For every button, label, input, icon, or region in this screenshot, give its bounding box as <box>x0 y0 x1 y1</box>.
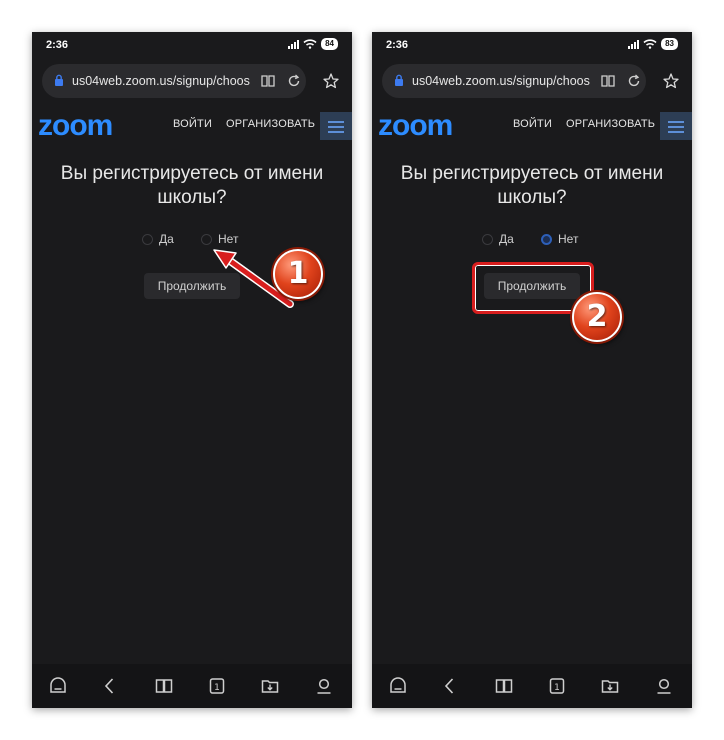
signup-question: Вы регистрируетесь от имени школы? <box>60 163 324 208</box>
step-1-badge: 1 <box>273 249 323 299</box>
zoom-logo[interactable]: zoom <box>38 110 130 140</box>
star-icon[interactable] <box>322 72 340 90</box>
bookmarks-icon[interactable] <box>154 676 174 696</box>
nav-organize[interactable]: ОРГАНИЗОВАТЬ <box>566 118 655 130</box>
site-header: zoom ВОЙТИ ОРГАНИЗОВАТЬ <box>372 104 692 146</box>
phone-screen-right: 2:36 83 us04web.zoom.us/signup/choos zoo… <box>372 32 692 708</box>
status-time: 2:36 <box>386 39 409 51</box>
radio-yes[interactable] <box>142 233 153 245</box>
svg-text:zoom: zoom <box>378 110 452 140</box>
option-no[interactable]: Нет <box>201 232 238 246</box>
option-yes[interactable]: Да <box>482 232 514 246</box>
battery-icon: 84 <box>321 38 338 50</box>
wifi-icon <box>303 39 317 49</box>
reader-mode-icon[interactable] <box>260 73 276 89</box>
nav-login[interactable]: ВОЙТИ <box>173 118 212 130</box>
continue-button[interactable]: Продолжить <box>144 273 240 299</box>
tabs-icon[interactable]: 1 <box>207 676 227 696</box>
address-bar[interactable]: us04web.zoom.us/signup/choos <box>42 64 306 98</box>
url-text[interactable]: us04web.zoom.us/signup/choos <box>412 74 592 88</box>
option-no-label: Нет <box>218 232 239 246</box>
bottom-nav-bar: 1 <box>32 664 352 708</box>
bookmarks-icon[interactable] <box>494 676 514 696</box>
wifi-icon <box>643 39 657 49</box>
option-yes[interactable]: Да <box>142 232 174 246</box>
radio-no-selected[interactable] <box>541 233 552 245</box>
nav-organize[interactable]: ОРГАНИЗОВАТЬ <box>226 118 315 130</box>
radio-yes[interactable] <box>482 233 493 245</box>
star-icon[interactable] <box>662 72 680 90</box>
signal-icon <box>628 39 640 49</box>
address-bar[interactable]: us04web.zoom.us/signup/choos <box>382 64 646 98</box>
back-icon[interactable] <box>440 676 460 696</box>
option-no-label: Нет <box>558 232 579 246</box>
lock-icon <box>55 74 63 86</box>
status-time: 2:36 <box>46 39 69 51</box>
status-bar: 2:36 83 <box>372 32 692 58</box>
svg-text:1: 1 <box>554 683 560 693</box>
home-icon[interactable] <box>48 676 68 696</box>
hamburger-menu-button[interactable] <box>660 112 692 140</box>
lock-icon <box>395 74 403 86</box>
svg-text:1: 1 <box>214 683 220 693</box>
back-icon[interactable] <box>100 676 120 696</box>
url-text[interactable]: us04web.zoom.us/signup/choos <box>72 74 252 88</box>
signal-icon <box>288 39 300 49</box>
profile-icon[interactable] <box>314 676 334 696</box>
svg-text:zoom: zoom <box>38 110 112 140</box>
zoom-logo[interactable]: zoom <box>378 110 470 140</box>
signup-question: Вы регистрируетесь от имени школы? <box>400 163 664 208</box>
tabs-icon[interactable]: 1 <box>547 676 567 696</box>
reload-icon[interactable] <box>286 73 302 89</box>
site-header: zoom ВОЙТИ ОРГАНИЗОВАТЬ <box>32 104 352 146</box>
option-yes-label: Да <box>499 232 514 246</box>
reload-icon[interactable] <box>626 73 642 89</box>
downloads-icon[interactable] <box>260 676 280 696</box>
radio-no[interactable] <box>201 233 212 245</box>
downloads-icon[interactable] <box>600 676 620 696</box>
bottom-nav-bar: 1 <box>372 664 692 708</box>
status-bar: 2:36 84 <box>32 32 352 58</box>
nav-login[interactable]: ВОЙТИ <box>513 118 552 130</box>
status-icons: 84 <box>288 38 338 50</box>
hamburger-menu-button[interactable] <box>320 112 352 140</box>
battery-icon: 83 <box>661 38 678 50</box>
option-yes-label: Да <box>159 232 174 246</box>
status-icons: 83 <box>628 38 678 50</box>
profile-icon[interactable] <box>654 676 674 696</box>
option-no[interactable]: Нет <box>541 232 578 246</box>
home-icon[interactable] <box>388 676 408 696</box>
phone-screen-left: 2:36 84 us04web.zoom.us/signup/choos zoo… <box>32 32 352 708</box>
step-2-badge: 2 <box>572 292 622 342</box>
reader-mode-icon[interactable] <box>600 73 616 89</box>
